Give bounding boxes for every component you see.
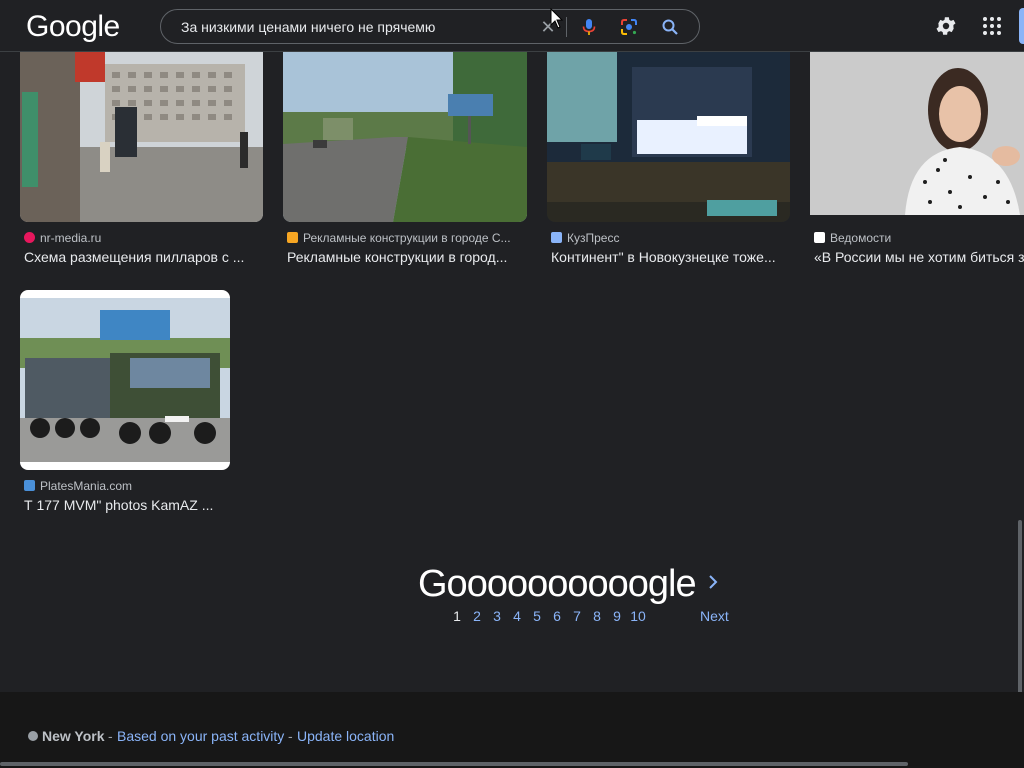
page-link[interactable]: 5 [529,608,545,624]
footer-separator: - [288,728,293,744]
sign-in-button[interactable] [1019,8,1024,44]
page-link[interactable]: 2 [469,608,485,624]
result-thumbnail[interactable] [20,52,263,222]
search-icon[interactable] [661,18,679,36]
result-thumbnail[interactable] [547,52,790,222]
chevron-right-icon[interactable] [706,573,720,591]
next-page-link[interactable]: Next [700,608,729,624]
mouse-cursor [550,8,564,29]
location-basis-link[interactable]: Based on your past activity [117,728,284,744]
result-thumbnail[interactable] [810,52,1024,215]
apps-grid-icon[interactable] [982,16,1002,36]
page-link[interactable]: 7 [569,608,585,624]
search-box[interactable]: За низкими ценами ничего не прячемю ✕ [160,9,700,44]
site-favicon-icon [24,232,35,243]
page-link[interactable]: 6 [549,608,565,624]
header: Google За низкими ценами ничего не пряче… [0,0,1024,52]
image-result-card[interactable]: nr-media.ru Схема размещения пилларов с … [20,52,263,272]
page-link[interactable]: 9 [609,608,625,624]
pagination-logo: Goooooooooogle [418,563,697,605]
result-thumbnail[interactable] [20,290,230,470]
result-thumbnail[interactable] [283,52,527,222]
page-number-current: 1 [453,608,461,624]
result-source[interactable]: Ведомости [814,231,1024,245]
site-favicon-icon [814,232,825,243]
google-logo[interactable]: Google [26,10,120,44]
result-title[interactable]: «В России мы не хотим биться за [814,249,1024,265]
site-favicon-icon [287,232,298,243]
result-title[interactable]: Континент" в Новокузнецке тоже... [551,249,787,265]
search-input[interactable]: За низкими ценами ничего не прячемю [181,19,435,35]
site-favicon-icon [551,232,562,243]
site-favicon-icon [24,480,35,491]
gear-icon[interactable] [934,14,958,38]
mic-icon[interactable] [580,18,598,36]
location-city: New York [42,728,105,744]
result-title[interactable]: Рекламные конструкции в город... [287,249,523,265]
image-result-card[interactable]: КузПресс Континент" в Новокузнецке тоже.… [547,52,790,272]
footer-separator: - [108,728,113,744]
result-source[interactable]: КузПресс [551,231,787,245]
search-divider [566,17,567,37]
image-result-card[interactable]: Ведомости «В России мы не хотим биться з… [810,52,1024,272]
result-source[interactable]: nr-media.ru [24,231,260,245]
horizontal-scrollbar[interactable] [0,762,908,766]
update-location-link[interactable]: Update location [297,728,394,744]
result-title[interactable]: Т 177 MVM" photos KamAZ ... [24,497,230,513]
result-source[interactable]: PlatesMania.com [24,479,230,493]
page-link[interactable]: 4 [509,608,525,624]
image-result-card[interactable]: Рекламные конструкции в городе С... Рекл… [283,52,527,272]
result-source[interactable]: Рекламные конструкции в городе С... [287,231,523,245]
location-dot-icon [28,731,38,741]
result-title[interactable]: Схема размещения пилларов с ... [24,249,260,265]
lens-icon[interactable] [620,18,638,36]
page-link[interactable]: 10 [628,608,648,624]
footer: New York - Based on your past activity -… [0,692,1024,768]
image-result-card[interactable]: PlatesMania.com Т 177 MVM" photos KamAZ … [20,290,230,520]
page-link[interactable]: 8 [589,608,605,624]
page-link[interactable]: 3 [489,608,505,624]
